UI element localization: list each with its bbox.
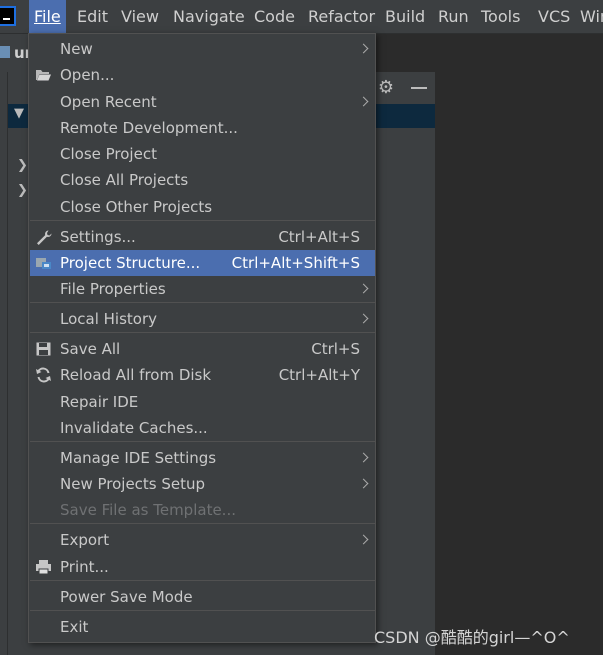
menu-item-label: Reload All from Disk bbox=[60, 366, 212, 384]
menu-item-label: Close All Projects bbox=[60, 171, 189, 189]
menu-item-new[interactable]: New bbox=[30, 36, 375, 62]
submenu-arrow-icon bbox=[358, 43, 369, 54]
menu-item-label: Save All bbox=[60, 340, 121, 358]
reload-icon bbox=[36, 367, 51, 383]
chevron-right-icon[interactable]: ❯ bbox=[17, 183, 28, 198]
menu-item-label: Export bbox=[60, 531, 110, 549]
submenu-arrow-icon bbox=[358, 283, 369, 294]
intellij-logo-icon[interactable] bbox=[0, 6, 16, 26]
menu-separator bbox=[30, 332, 375, 333]
menubar: File Edit View Navigate Code Refactor Bu… bbox=[0, 0, 603, 34]
folder-open-icon bbox=[36, 70, 51, 81]
menu-item-open[interactable]: Open... bbox=[30, 62, 375, 88]
menu-item-label: File Properties bbox=[60, 280, 166, 298]
menu-item-shortcut: Ctrl+Alt+Y bbox=[278, 366, 360, 384]
menu-item-power-save-mode[interactable]: Power Save Mode bbox=[30, 584, 375, 610]
menu-item-label: Open... bbox=[60, 66, 115, 84]
menu-item-label: Save File as Template... bbox=[60, 501, 236, 519]
menu-build[interactable]: Build bbox=[380, 0, 430, 33]
menu-item-label: Remote Development... bbox=[60, 119, 238, 137]
editor-area bbox=[435, 72, 603, 655]
menu-item-label: Close Project bbox=[60, 145, 157, 163]
menu-item-label: New bbox=[60, 40, 93, 58]
menu-code[interactable]: Code bbox=[249, 0, 300, 33]
menu-file[interactable]: File bbox=[29, 0, 66, 33]
menu-item-label: Settings... bbox=[60, 228, 136, 246]
menu-item-label: Power Save Mode bbox=[60, 588, 193, 606]
menu-item-export[interactable]: Export bbox=[30, 527, 375, 553]
menu-item-project-structure[interactable]: Project Structure... Ctrl+Alt+Shift+S bbox=[30, 250, 375, 276]
submenu-arrow-icon bbox=[358, 452, 369, 463]
menu-item-reload-all[interactable]: Reload All from Disk Ctrl+Alt+Y bbox=[30, 362, 375, 388]
menu-navigate[interactable]: Navigate bbox=[168, 0, 250, 33]
menu-item-settings[interactable]: Settings... Ctrl+Alt+S bbox=[30, 224, 375, 250]
menu-item-repair-ide[interactable]: Repair IDE bbox=[30, 389, 375, 415]
menu-item-close-other-projects[interactable]: Close Other Projects bbox=[30, 194, 375, 220]
submenu-arrow-icon bbox=[358, 534, 369, 545]
project-icon bbox=[0, 46, 10, 58]
menu-item-print[interactable]: Print... bbox=[30, 554, 375, 580]
menu-item-exit[interactable]: Exit bbox=[30, 614, 375, 640]
menu-item-label: Project Structure... bbox=[60, 254, 201, 272]
menu-item-shortcut: Ctrl+Alt+S bbox=[278, 228, 360, 246]
submenu-arrow-icon bbox=[358, 96, 369, 107]
save-icon bbox=[36, 342, 51, 356]
menu-item-new-projects-setup[interactable]: New Projects Setup bbox=[30, 471, 375, 497]
menu-vcs[interactable]: VCS bbox=[533, 0, 575, 33]
menu-separator bbox=[30, 610, 375, 611]
menu-item-save-all[interactable]: Save All Ctrl+S bbox=[30, 336, 375, 362]
menu-item-open-recent[interactable]: Open Recent bbox=[30, 89, 375, 115]
menu-item-label: Manage IDE Settings bbox=[60, 449, 217, 467]
menu-item-label: Repair IDE bbox=[60, 393, 139, 411]
gear-icon[interactable]: ⚙ bbox=[376, 78, 396, 98]
menu-refactor[interactable]: Refactor bbox=[303, 0, 380, 33]
menu-tools[interactable]: Tools bbox=[476, 0, 525, 33]
project-structure-icon bbox=[36, 258, 51, 269]
menu-item-label: Local History bbox=[60, 310, 158, 328]
chevron-right-icon[interactable]: ❯ bbox=[17, 158, 28, 173]
menu-item-file-properties[interactable]: File Properties bbox=[30, 276, 375, 302]
menu-view[interactable]: View bbox=[116, 0, 164, 33]
menu-item-remote-development[interactable]: Remote Development... bbox=[30, 115, 375, 141]
menu-run[interactable]: Run bbox=[433, 0, 474, 33]
menu-item-invalidate-caches[interactable]: Invalidate Caches... bbox=[30, 415, 375, 441]
menu-item-close-all-projects[interactable]: Close All Projects bbox=[30, 167, 375, 193]
menu-separator bbox=[30, 441, 375, 442]
menu-item-close-project[interactable]: Close Project bbox=[30, 141, 375, 167]
menu-item-shortcut: Ctrl+Alt+Shift+S bbox=[231, 254, 360, 272]
menu-item-label: Close Other Projects bbox=[60, 198, 213, 216]
submenu-arrow-icon bbox=[358, 478, 369, 489]
menu-separator bbox=[30, 580, 375, 581]
menu-edit[interactable]: Edit bbox=[72, 0, 113, 33]
watermark-text: CSDN @酷酷的girl—^O^ bbox=[374, 628, 570, 647]
file-menu-dropdown: New Open... Open Recent Remote Developme… bbox=[28, 33, 376, 643]
wrench-icon bbox=[37, 230, 52, 245]
menu-separator bbox=[30, 523, 375, 524]
submenu-arrow-icon bbox=[358, 313, 369, 324]
menu-item-label: Print... bbox=[60, 558, 109, 576]
menu-item-label: New Projects Setup bbox=[60, 475, 206, 493]
menu-item-save-file-as-template: Save File as Template... bbox=[30, 497, 375, 523]
menu-window[interactable]: Win bbox=[575, 0, 603, 33]
menu-file-label: File bbox=[34, 7, 61, 26]
minimize-icon[interactable] bbox=[411, 87, 427, 89]
chevron-down-icon[interactable]: ▼ bbox=[14, 106, 24, 121]
menu-item-label: Invalidate Caches... bbox=[60, 419, 208, 437]
menu-item-local-history[interactable]: Local History bbox=[30, 306, 375, 332]
menu-item-label: Open Recent bbox=[60, 93, 157, 111]
menu-separator bbox=[30, 220, 375, 221]
left-tool-strip bbox=[0, 72, 8, 655]
printer-icon bbox=[36, 560, 51, 575]
menu-item-shortcut: Ctrl+S bbox=[311, 340, 360, 358]
menu-item-manage-ide-settings[interactable]: Manage IDE Settings bbox=[30, 445, 375, 471]
menu-item-label: Exit bbox=[60, 618, 89, 636]
menu-separator bbox=[30, 302, 375, 303]
